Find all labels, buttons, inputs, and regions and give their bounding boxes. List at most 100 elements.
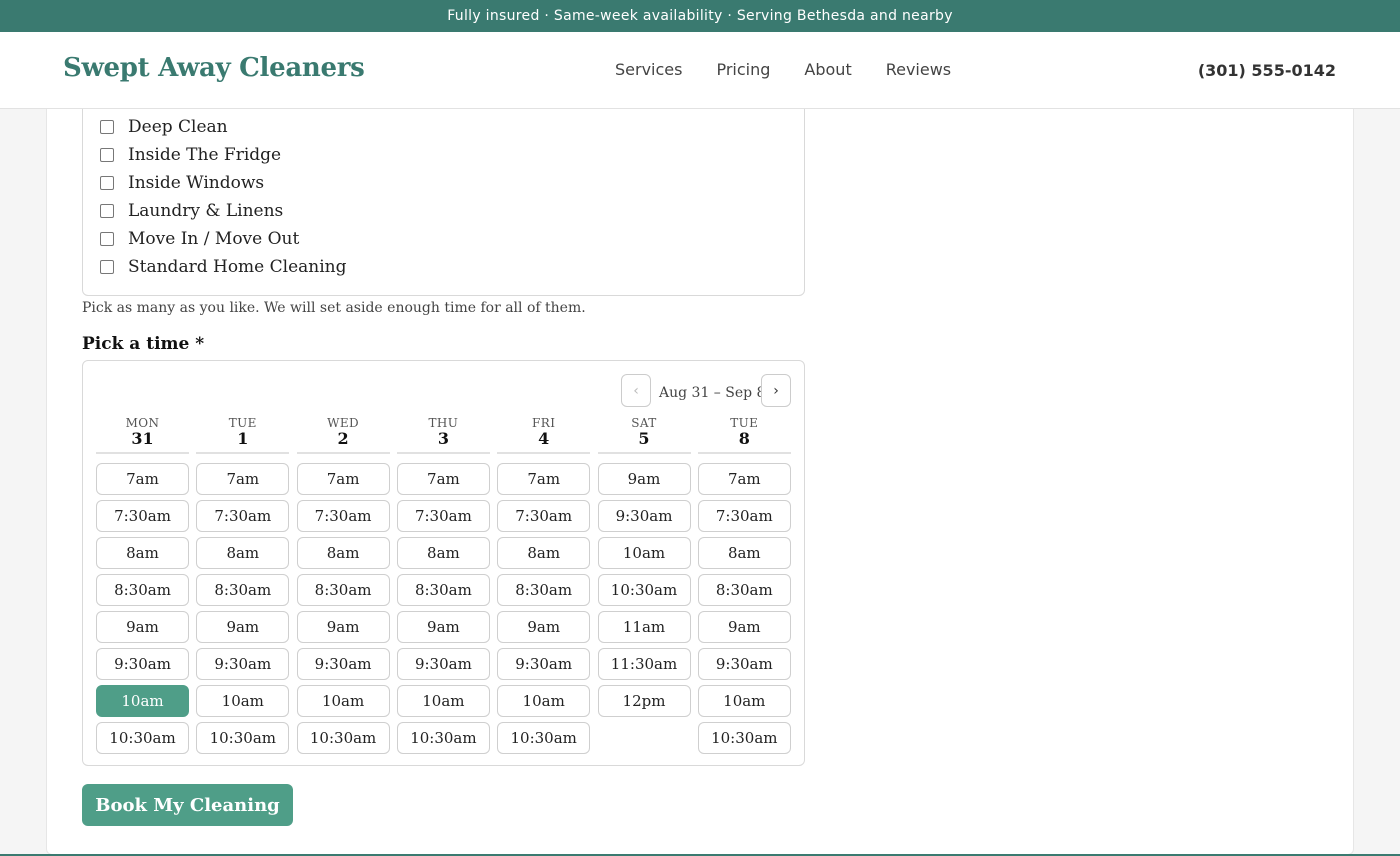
service-checkbox[interactable]	[100, 204, 114, 218]
time-slot-button[interactable]: 7am	[497, 463, 591, 495]
time-slot-list: 9am 9:30am 10am 10:30am 11am 11:30am 12pm	[597, 463, 691, 717]
nav-pricing[interactable]: Pricing	[716, 60, 770, 79]
time-slot-button[interactable]: 9am	[597, 463, 691, 495]
time-slot-button[interactable]: 10am	[196, 685, 290, 717]
day-column: TUE 8 7am 7:30am 8am 8:30am 9am 9:30am 10am 10:30…	[697, 416, 791, 759]
day-header: TUE 8	[697, 416, 791, 454]
time-slot-button[interactable]: 10:30am	[497, 722, 591, 754]
time-slot-button[interactable]: 7am	[96, 463, 189, 495]
time-slot-button[interactable]: 10:30am	[296, 722, 390, 754]
brand-logo[interactable]: Swept Away Cleaners	[63, 53, 365, 83]
day-header: WED 2	[296, 416, 390, 454]
time-slot-button[interactable]: 9am	[96, 611, 189, 643]
time-slot-button[interactable]: 10am	[697, 685, 791, 717]
day-number: 3	[437, 429, 449, 448]
time-slot-button[interactable]: 10:30am	[196, 722, 290, 754]
time-slot-button[interactable]: 8:30am	[96, 574, 189, 606]
day-number: 31	[131, 429, 154, 448]
service-checkbox[interactable]	[100, 232, 114, 246]
time-slot-button[interactable]: 10:30am	[597, 574, 691, 606]
time-slot-button[interactable]: 12pm	[597, 685, 691, 717]
time-slot-button[interactable]: 9:30am	[497, 648, 591, 680]
service-checkbox[interactable]	[100, 176, 114, 190]
time-slot-button[interactable]: 9:30am	[196, 648, 290, 680]
time-slot-button[interactable]: 9am	[196, 611, 290, 643]
time-slot-button[interactable]: 9:30am	[96, 648, 189, 680]
time-slot-button[interactable]: 10:30am	[697, 722, 791, 754]
time-slot-button[interactable]: 10am	[296, 685, 390, 717]
time-slot-button[interactable]: 8:30am	[196, 574, 290, 606]
services-help-text: Pick as many as you like. We will set as…	[82, 300, 586, 316]
service-option-laundry-linens[interactable]: Laundry & Linens	[100, 197, 347, 225]
day-header: FRI 4	[497, 416, 591, 454]
service-label: Laundry & Linens	[128, 201, 284, 221]
time-slot-button[interactable]: 9:30am	[396, 648, 490, 680]
nav-services[interactable]: Services	[615, 60, 682, 79]
time-slot-list: 7am 7:30am 8am 8:30am 9am 9:30am 10am 10:30am	[497, 463, 591, 754]
day-of-week: TUE	[730, 416, 759, 430]
time-slot-button[interactable]: 10am	[497, 685, 591, 717]
day-column: WED 2 7am 7:30am 8am 8:30am 9am 9:30am 10am 10:30…	[296, 416, 390, 759]
day-column: FRI 4 7am 7:30am 8am 8:30am 9am 9:30am 10am 10:30…	[497, 416, 591, 759]
time-slot-button[interactable]: 10am	[396, 685, 490, 717]
time-slot-button[interactable]: 10am	[597, 537, 691, 569]
day-of-week: THU	[428, 416, 459, 430]
nav-reviews[interactable]: Reviews	[886, 60, 951, 79]
time-slot-list: 7am 7:30am 8am 8:30am 9am 9:30am 10am 10:30am	[396, 463, 490, 754]
time-slot-button[interactable]: 8am	[296, 537, 390, 569]
service-checkbox[interactable]	[100, 148, 114, 162]
service-option-deep-clean[interactable]: Deep Clean	[100, 113, 347, 141]
time-slot-list: 7am 7:30am 8am 8:30am 9am 9:30am 10am 10:30am	[196, 463, 290, 754]
time-slot-button[interactable]: 7am	[296, 463, 390, 495]
time-slot-button[interactable]: 9:30am	[697, 648, 791, 680]
time-slot-button[interactable]: 7:30am	[497, 500, 591, 532]
time-slot-button[interactable]: 7:30am	[196, 500, 290, 532]
time-slot-button[interactable]: 7:30am	[697, 500, 791, 532]
prev-week-button[interactable]: ‹	[621, 374, 651, 407]
time-slot-button[interactable]: 10:30am	[396, 722, 490, 754]
time-slot-button[interactable]: 9am	[396, 611, 490, 643]
time-slot-button[interactable]: 8am	[697, 537, 791, 569]
day-of-week: FRI	[532, 416, 556, 430]
service-option-move-in-out[interactable]: Move In / Move Out	[100, 225, 347, 253]
time-slot-button[interactable]: 7:30am	[296, 500, 390, 532]
time-slot-button[interactable]: 9:30am	[597, 500, 691, 532]
book-button[interactable]: Book My Cleaning	[82, 784, 293, 826]
time-slot-button[interactable]: 10am	[96, 685, 189, 717]
time-slot-button[interactable]: 9am	[697, 611, 791, 643]
time-slot-button[interactable]: 10:30am	[96, 722, 189, 754]
service-label: Inside The Fridge	[128, 145, 282, 165]
time-slot-button[interactable]: 11am	[597, 611, 691, 643]
time-slot-button[interactable]: 7am	[396, 463, 490, 495]
time-slot-button[interactable]: 11:30am	[597, 648, 691, 680]
time-slot-button[interactable]: 8am	[196, 537, 290, 569]
time-slot-button[interactable]: 7:30am	[96, 500, 189, 532]
time-slot-button[interactable]: 8am	[96, 537, 189, 569]
time-slot-button[interactable]: 8am	[497, 537, 591, 569]
service-checkbox[interactable]	[100, 120, 114, 134]
services-list: Deep Clean Inside The Fridge Inside Wind…	[100, 113, 347, 281]
day-of-week: SAT	[631, 416, 657, 430]
time-slot-button[interactable]: 9am	[497, 611, 591, 643]
time-slot-button[interactable]: 7am	[697, 463, 791, 495]
time-slot-button[interactable]: 9am	[296, 611, 390, 643]
time-slot-button[interactable]: 8:30am	[497, 574, 591, 606]
time-slot-button[interactable]: 8:30am	[697, 574, 791, 606]
time-slot-button[interactable]: 8am	[396, 537, 490, 569]
service-option-standard-cleaning[interactable]: Standard Home Cleaning	[100, 253, 347, 281]
time-slot-button[interactable]: 7:30am	[396, 500, 490, 532]
service-option-inside-fridge[interactable]: Inside The Fridge	[100, 141, 347, 169]
service-option-inside-windows[interactable]: Inside Windows	[100, 169, 347, 197]
day-header: MON 31	[96, 416, 189, 454]
time-slot-button[interactable]: 9:30am	[296, 648, 390, 680]
next-week-button[interactable]: ›	[761, 374, 791, 407]
time-slot-button[interactable]: 7am	[196, 463, 290, 495]
day-of-week: TUE	[228, 416, 257, 430]
time-slot-button[interactable]: 8:30am	[296, 574, 390, 606]
nav-about[interactable]: About	[804, 60, 851, 79]
site-header: Swept Away Cleaners Services Pricing Abo…	[0, 32, 1400, 109]
time-slot-list: 7am 7:30am 8am 8:30am 9am 9:30am 10am 10:30am	[96, 463, 189, 754]
time-slot-button[interactable]: 8:30am	[396, 574, 490, 606]
phone-number[interactable]: (301) 555-0142	[1198, 61, 1336, 80]
service-checkbox[interactable]	[100, 260, 114, 274]
